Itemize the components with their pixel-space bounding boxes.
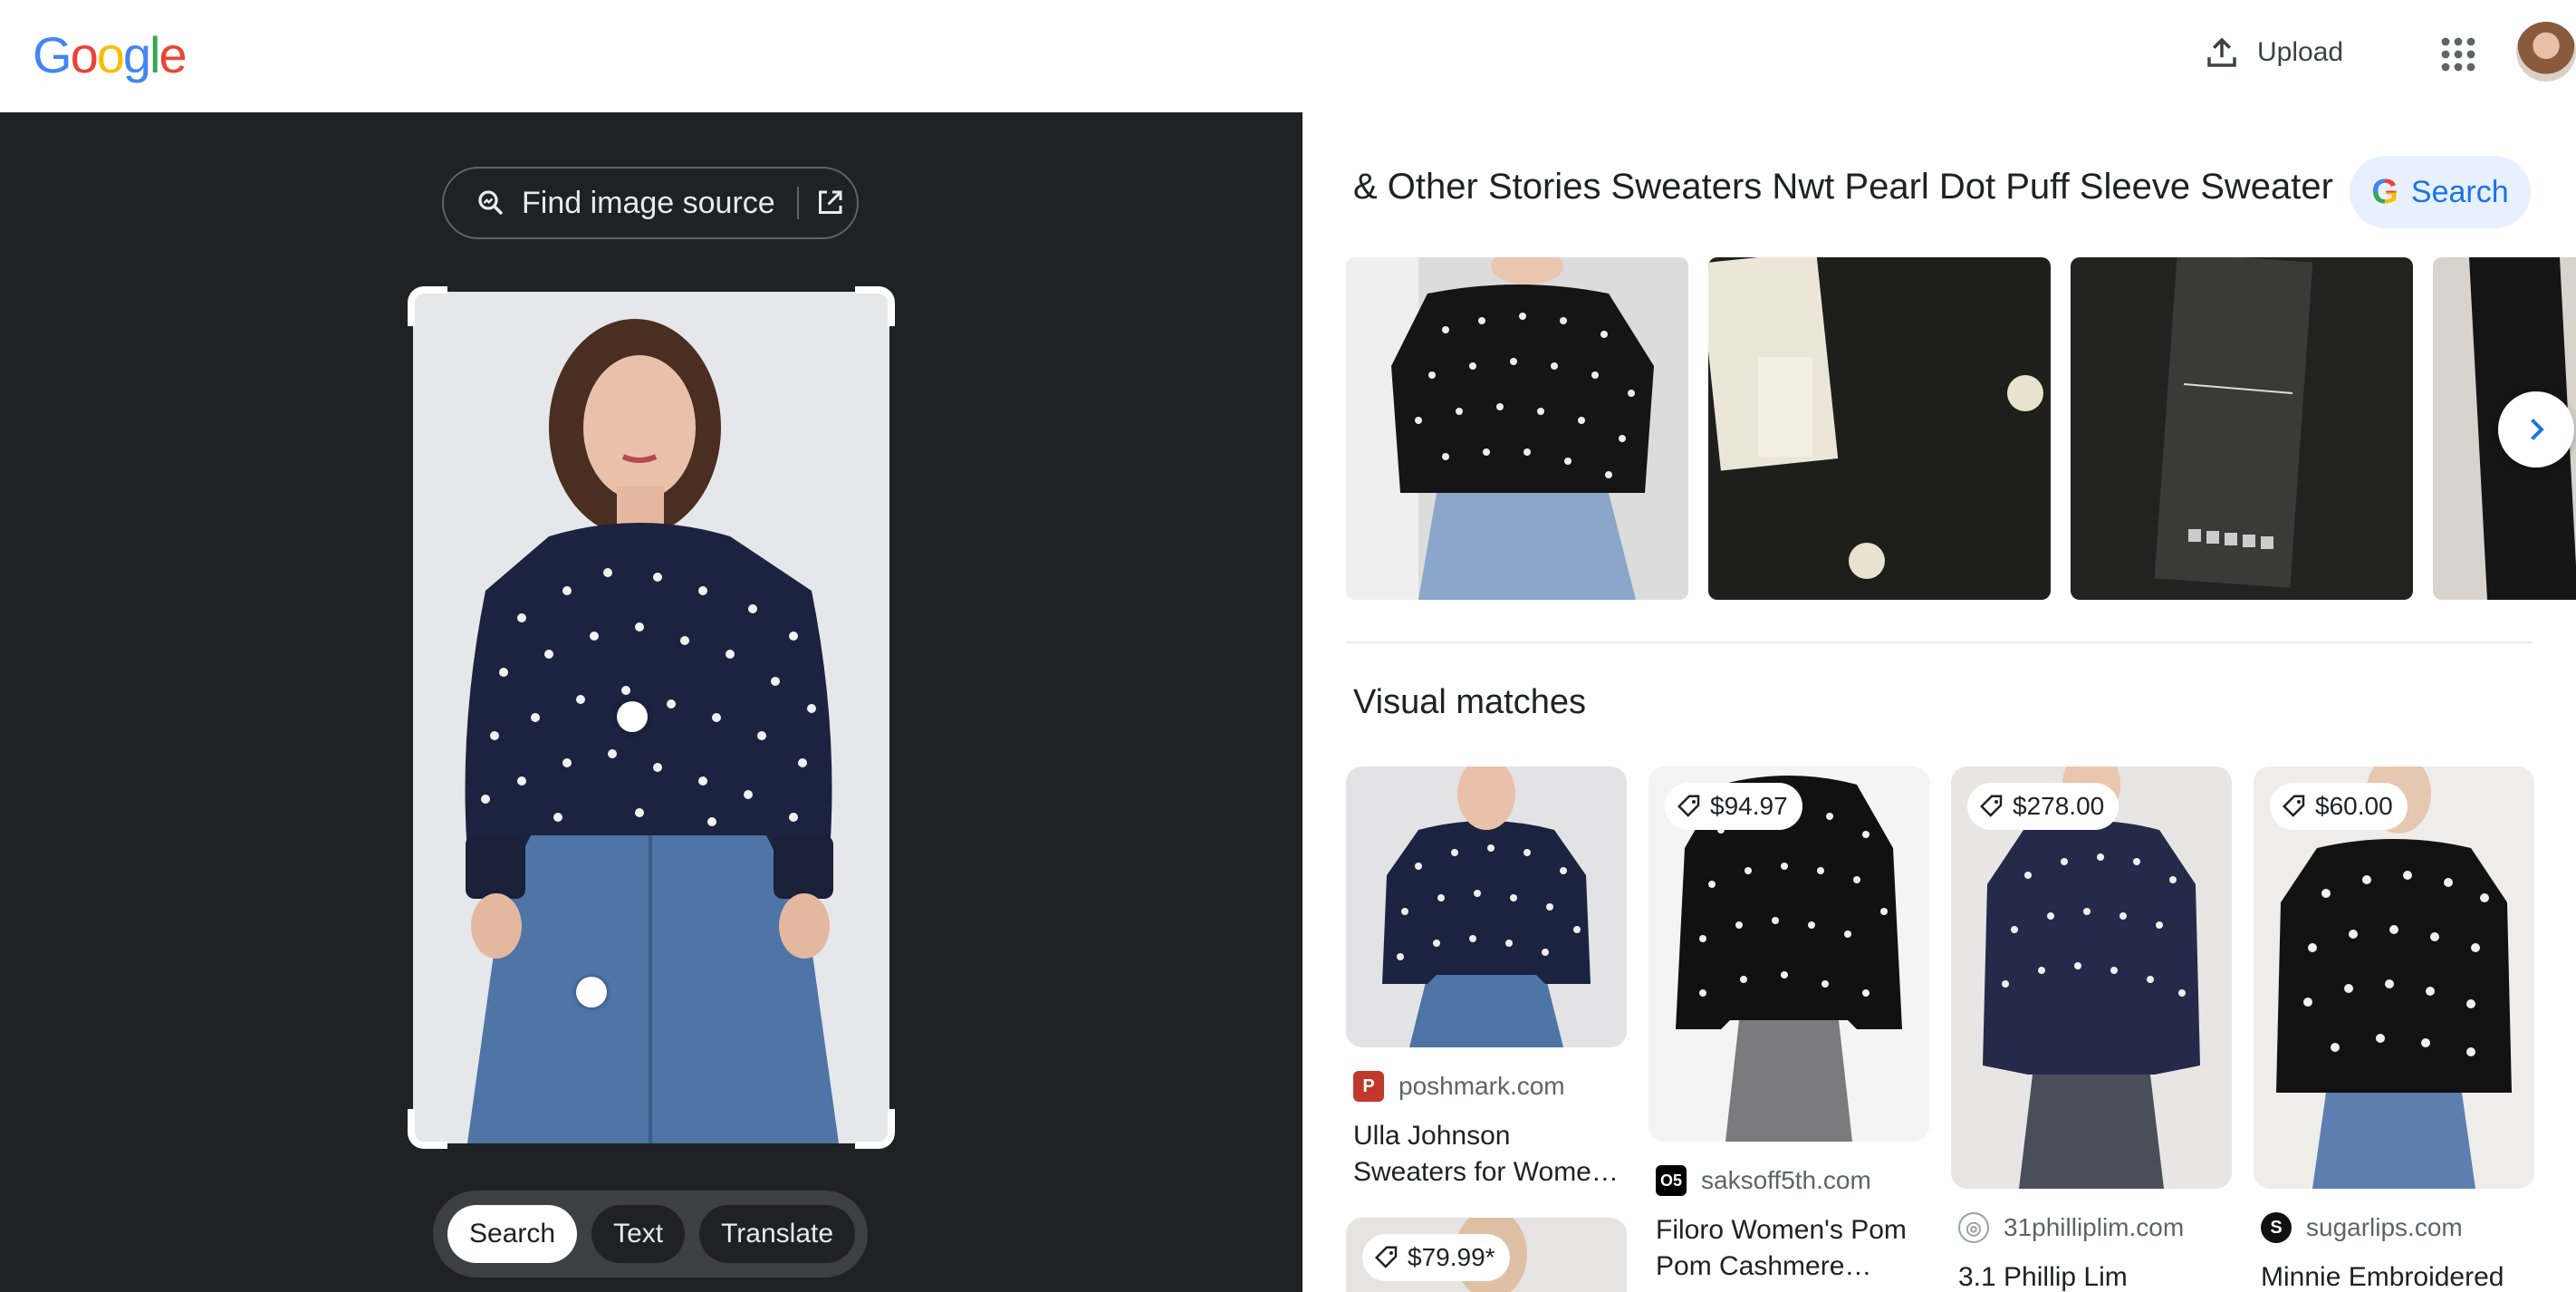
carousel-image[interactable]: [1346, 257, 1688, 600]
mode-switcher: Search Text Translate: [433, 1191, 868, 1278]
match-photo: [1346, 767, 1627, 1047]
match-image[interactable]: $60.00: [2254, 767, 2534, 1189]
section-divider: [1346, 641, 2533, 643]
price-badge: $278.00: [1967, 783, 2119, 830]
carousel-next-button[interactable]: [2498, 391, 2574, 468]
logo-letter: g: [122, 26, 151, 83]
price-label: $60.00: [2315, 792, 2393, 820]
product-image-carousel: [1346, 257, 2576, 602]
divider: [796, 187, 799, 219]
match-source-label: 31philliplim.com: [2004, 1213, 2185, 1241]
logo-letter: o: [70, 26, 99, 83]
open-in-new-icon: [818, 190, 842, 214]
mode-text-button[interactable]: Text: [591, 1205, 686, 1263]
result-title[interactable]: & Other Stories Sweaters Nwt Pearl Dot P…: [1353, 167, 2333, 207]
match-title[interactable]: 3.1 Phillip Lim: [1951, 1259, 2232, 1292]
find-image-source-label: Find image source: [522, 185, 775, 220]
visual-match-card[interactable]: $60.00 S sugarlips.com Minnie Embroidere…: [2254, 767, 2534, 1292]
upload-button[interactable]: Upload: [2203, 27, 2343, 78]
query-photo-illustration: [413, 292, 889, 1143]
match-source-label: sugarlips.com: [2306, 1213, 2463, 1241]
image-viewer-panel: Find image source Search Text Translate: [0, 112, 1302, 1292]
price-label: $94.97: [1710, 792, 1788, 820]
match-title[interactable]: Ulla Johnson Sweaters for Women | Poshma…: [1346, 1118, 1627, 1191]
logo-letter: l: [149, 26, 161, 83]
visual-match-card[interactable]: $94.97 O5 saksoff5th.com Filoro Women's …: [1648, 767, 1929, 1285]
carousel-image[interactable]: [1708, 257, 2051, 600]
chevron-right-icon: [2531, 419, 2544, 440]
account-avatar[interactable]: [2516, 22, 2576, 82]
mode-search-button[interactable]: Search: [447, 1205, 578, 1263]
google-g-icon: G: [2371, 172, 2398, 211]
visual-match-card[interactable]: $278.00 ◎ 31philliplim.com 3.1 Phillip L…: [1951, 767, 2232, 1292]
match-image[interactable]: $278.00: [1951, 767, 2232, 1189]
philliplim-favicon-icon: ◎: [1958, 1212, 1989, 1243]
match-title[interactable]: Minnie Embroidered: [2254, 1259, 2534, 1292]
visual-match-card[interactable]: P poshmark.com Ulla Johnson Sweaters for…: [1346, 767, 1627, 1292]
search-button-label: Search: [2410, 174, 2509, 209]
price-badge: $60.00: [2270, 783, 2408, 830]
price-tag-icon: [1374, 1246, 1398, 1268]
logo-letter: o: [96, 26, 125, 83]
image-search-icon: [478, 190, 504, 216]
crop-handle-top-right[interactable]: [855, 286, 895, 326]
match-source-label: saksoff5th.com: [1701, 1166, 1871, 1194]
carousel-image[interactable]: [2071, 257, 2413, 600]
match-image[interactable]: $79.99*: [1346, 1218, 1627, 1292]
match-source-label: poshmark.com: [1399, 1072, 1565, 1100]
crop-handle-top-left[interactable]: [408, 286, 447, 326]
price-tag-icon: [2282, 795, 2305, 817]
mode-translate-button[interactable]: Translate: [699, 1205, 856, 1263]
price-label: $278.00: [2013, 792, 2105, 820]
query-image: [413, 292, 889, 1143]
carousel-photo-care-label: [2071, 257, 2413, 600]
crop-handle-bottom-left[interactable]: [408, 1109, 447, 1149]
logo-letter: e: [159, 26, 187, 83]
poshmark-favicon-icon: P: [1353, 1071, 1384, 1102]
object-hotspot-sweater[interactable]: [617, 701, 648, 732]
upload-icon: [2207, 37, 2236, 67]
match-source[interactable]: S sugarlips.com: [2254, 1212, 2534, 1243]
sugarlips-favicon-icon: S: [2261, 1212, 2292, 1243]
search-button[interactable]: G Search: [2350, 156, 2531, 228]
apps-grid-icon[interactable]: [2437, 33, 2480, 76]
saks-favicon-icon: O5: [1656, 1165, 1687, 1196]
match-source[interactable]: P poshmark.com: [1346, 1071, 1627, 1102]
find-image-source-button[interactable]: Find image source: [442, 167, 859, 239]
match-title[interactable]: Filoro Women's Pom Pom Cashmere Sweater: [1648, 1212, 1929, 1285]
match-image[interactable]: [1346, 767, 1627, 1047]
results-panel: & Other Stories Sweaters Nwt Pearl Dot P…: [1302, 112, 2576, 1292]
carousel-photo-worn: [1346, 257, 1688, 600]
price-badge: $94.97: [1665, 783, 1802, 830]
price-tag-icon: [1677, 795, 1700, 817]
object-hotspot-jeans[interactable]: [576, 977, 607, 1008]
visual-matches-heading: Visual matches: [1353, 683, 1586, 721]
google-logo[interactable]: Google: [33, 25, 187, 84]
carousel-photo-label-closeup: [1708, 257, 2051, 600]
price-badge: $79.99*: [1362, 1234, 1510, 1281]
price-label: $79.99*: [1408, 1243, 1495, 1271]
match-source[interactable]: O5 saksoff5th.com: [1648, 1165, 1929, 1196]
match-image[interactable]: $94.97: [1648, 767, 1929, 1142]
upload-label: Upload: [2257, 37, 2344, 67]
match-source[interactable]: ◎ 31philliplim.com: [1951, 1212, 2232, 1243]
crop-handle-bottom-right[interactable]: [855, 1109, 895, 1149]
logo-letter: G: [33, 26, 72, 83]
top-bar: Google Upload: [0, 0, 2576, 112]
price-tag-icon: [1979, 795, 2003, 817]
